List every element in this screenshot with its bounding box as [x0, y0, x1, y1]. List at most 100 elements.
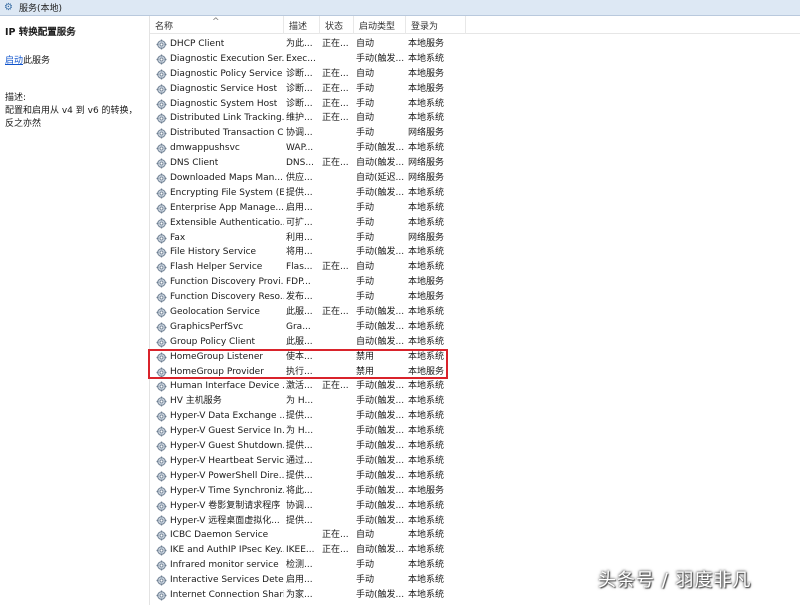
- service-gear-icon: [156, 84, 167, 95]
- service-row[interactable]: Function Discovery Reso... 发布... 手动 本地服务: [150, 290, 800, 305]
- service-logon-as: 本地系统: [408, 307, 445, 318]
- service-description: 将用...: [286, 247, 313, 258]
- service-row[interactable]: dmwappushsvc WAP... 手动(触发... 本地系统: [150, 141, 800, 156]
- service-startup-type: 自动(触发...: [356, 158, 405, 169]
- service-row[interactable]: Hyper-V Data Exchange ... 提供... 手动(触发... 本地…: [150, 409, 800, 424]
- service-state: [320, 141, 354, 156]
- service-row[interactable]: File History Service 将用... 手动(触发... 本地系统: [150, 245, 800, 260]
- service-logon-as: 本地服务: [408, 292, 445, 303]
- service-startup-type: 手动(触发...: [356, 321, 405, 332]
- service-row[interactable]: Flash Helper Service Flas... 正在... 自动 本地系统: [150, 260, 800, 275]
- service-row[interactable]: Hyper-V 卷影复制请求程序 协调... 手动(触发... 本地系统: [150, 499, 800, 514]
- service-row[interactable]: Distributed Link Tracking... 维护... 正在... 自动…: [150, 111, 800, 126]
- column-header-state[interactable]: 状态: [320, 16, 354, 34]
- service-startup-type: 手动(触发...: [356, 143, 405, 154]
- service-gear-icon: [156, 128, 167, 139]
- column-header-logon[interactable]: 登录为: [406, 16, 466, 34]
- service-gear-icon: [156, 247, 167, 258]
- service-logon-as: 本地系统: [408, 143, 445, 154]
- service-row[interactable]: DNS Client DNS... 正在... 自动(触发... 网络服务: [150, 156, 800, 171]
- service-name-cell: Diagnostic Policy Service: [150, 67, 284, 82]
- service-row[interactable]: DHCP Client 为此... 正在... 自动 本地服务: [150, 37, 800, 52]
- service-logon-as: 本地系统: [408, 336, 445, 347]
- service-name: GraphicsPerfSvc: [170, 321, 244, 332]
- service-description: 协调...: [286, 128, 313, 139]
- service-gear-icon: [156, 307, 167, 318]
- service-gear-icon: [156, 233, 167, 244]
- service-row[interactable]: GraphicsPerfSvc Gra... 手动(触发... 本地系统: [150, 320, 800, 335]
- service-name: Group Policy Client: [170, 336, 256, 347]
- service-description: 诊断...: [286, 83, 313, 94]
- service-row[interactable]: Hyper-V Guest Service In... 为 H... 手动(触发..…: [150, 424, 800, 439]
- service-gear-icon: [156, 203, 167, 214]
- column-header-name[interactable]: 名称 ^: [150, 16, 284, 34]
- service-startup-type: 自动(触发...: [356, 545, 405, 556]
- service-description: 启用...: [286, 575, 313, 586]
- service-gear-icon: [156, 396, 167, 407]
- service-startup-type: 手动: [356, 98, 375, 109]
- service-name-cell: dmwappushsvc: [150, 141, 284, 156]
- service-startup-type: 手动(触发...: [356, 381, 405, 392]
- service-name-cell: IKE and AuthIP IPsec Key...: [150, 543, 284, 558]
- column-header-row: 名称 ^ 描述 状态 启动类型 登录为: [150, 16, 800, 34]
- service-row[interactable]: HomeGroup Listener 使本... 禁用 本地系统: [150, 350, 800, 365]
- service-startup-type: 手动: [356, 277, 375, 288]
- service-row[interactable]: Diagnostic System Host 诊断... 正在... 手动 本地系统: [150, 97, 800, 112]
- service-row[interactable]: Function Discovery Provi... FDP... 手动 本地服务: [150, 275, 800, 290]
- service-logon-as: 网络服务: [408, 158, 445, 169]
- service-state: [320, 439, 354, 454]
- service-row[interactable]: Diagnostic Service Host 诊断... 正在... 手动 本地服务: [150, 82, 800, 97]
- service-name-cell: Infrared monitor service: [150, 558, 284, 573]
- service-gear-icon: [156, 54, 167, 65]
- service-row[interactable]: Enterprise App Manage... 启用... 手动 本地系统: [150, 201, 800, 216]
- service-description: Flas...: [286, 262, 313, 273]
- service-name: Diagnostic Policy Service: [170, 68, 283, 79]
- service-row[interactable]: Extensible Authenticatio... 可扩... 手动 本地系统: [150, 216, 800, 231]
- service-row[interactable]: ICBC Daemon Service 正在... 自动 本地系统: [150, 528, 800, 543]
- service-name-cell: Enterprise App Manage...: [150, 201, 284, 216]
- service-description: Gra...: [286, 321, 311, 332]
- service-row[interactable]: Fax 利用... 手动 网络服务: [150, 231, 800, 246]
- service-startup-type: 手动(触发...: [356, 485, 405, 496]
- service-row[interactable]: Hyper-V 远程桌面虚拟化... 提供... 手动(触发... 本地系统: [150, 514, 800, 529]
- service-logon-as: 本地系统: [408, 113, 445, 124]
- service-name-cell: Internet Connection Shari...: [150, 588, 284, 603]
- service-name: Hyper-V Data Exchange ...: [170, 411, 284, 422]
- service-row[interactable]: Human Interface Device ... 激活... 正在... 手动(触…: [150, 379, 800, 394]
- service-row[interactable]: Downloaded Maps Man... 供应... 自动(延迟... 网络服务: [150, 171, 800, 186]
- service-name-cell: HomeGroup Provider: [150, 365, 284, 380]
- service-row[interactable]: Hyper-V PowerShell Dire... 提供... 手动(触发... 本…: [150, 469, 800, 484]
- service-state: [320, 484, 354, 499]
- service-name: Human Interface Device ...: [170, 381, 284, 392]
- watermark-text: 头条号 / 羽度非凡: [598, 570, 752, 591]
- service-row[interactable]: HV 主机服务 为 H... 手动(触发... 本地系统: [150, 394, 800, 409]
- service-description: 此服...: [286, 336, 313, 347]
- column-header-startup[interactable]: 启动类型: [354, 16, 406, 34]
- service-row[interactable]: Geolocation Service 此服... 正在... 手动(触发... 本地系…: [150, 305, 800, 320]
- service-row[interactable]: HomeGroup Provider 执行... 禁用 本地服务: [150, 365, 800, 380]
- service-logon-as: 本地系统: [408, 441, 445, 452]
- service-name: Hyper-V Time Synchroniz...: [170, 485, 284, 496]
- service-row[interactable]: Encrypting File System (E... 提供... 手动(触发..…: [150, 186, 800, 201]
- service-name-cell: DHCP Client: [150, 37, 284, 52]
- service-row[interactable]: Diagnostic Execution Ser... Exec... 手动(触发.…: [150, 52, 800, 67]
- service-state: 正在...: [322, 307, 349, 318]
- service-row[interactable]: IKE and AuthIP IPsec Key... IKEE... 正在... 自…: [150, 543, 800, 558]
- service-name: Distributed Transaction C...: [170, 128, 284, 139]
- service-gear-icon: [156, 188, 167, 199]
- service-name-cell: Fax: [150, 231, 284, 246]
- service-row[interactable]: Group Policy Client 此服... 自动(触发... 本地系统: [150, 335, 800, 350]
- service-row[interactable]: Hyper-V Time Synchroniz... 将此... 手动(触发... 本…: [150, 484, 800, 499]
- start-service-link[interactable]: 启动: [5, 56, 23, 66]
- service-logon-as: 本地系统: [408, 589, 445, 600]
- service-logon-as: 本地服务: [408, 83, 445, 94]
- service-row[interactable]: Hyper-V Heartbeat Service 通过... 手动(触发... 本地…: [150, 454, 800, 469]
- service-state: [320, 275, 354, 290]
- service-startup-type: 自动: [356, 262, 375, 273]
- column-header-desc[interactable]: 描述: [284, 16, 320, 34]
- service-row[interactable]: Distributed Transaction C... 协调... 手动 网络服务: [150, 126, 800, 141]
- service-row[interactable]: Diagnostic Policy Service 诊断... 正在... 自动 本地服…: [150, 67, 800, 82]
- service-description: 发布...: [286, 292, 313, 303]
- start-service-line: 启动此服务: [5, 53, 144, 66]
- service-row[interactable]: Hyper-V Guest Shutdown... 提供... 手动(触发... 本地…: [150, 439, 800, 454]
